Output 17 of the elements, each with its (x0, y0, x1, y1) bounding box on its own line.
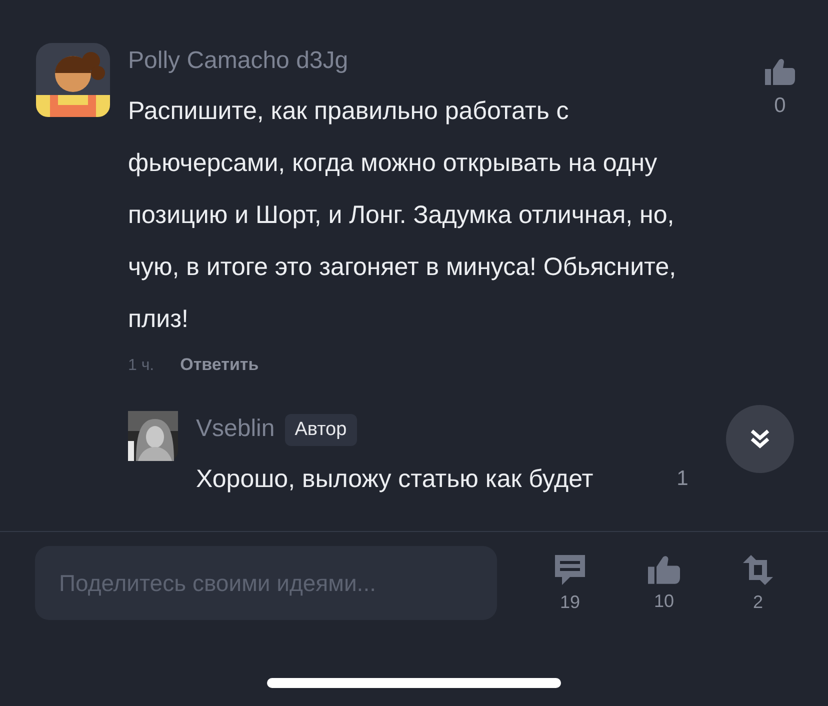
thumbs-up-icon (648, 554, 680, 584)
double-chevron-down-icon (748, 427, 772, 451)
speech-bubble-icon (554, 554, 586, 586)
repost-icon (742, 554, 774, 586)
author-name[interactable]: Vseblin (196, 409, 275, 449)
author-name[interactable]: Polly Camacho d3Jg (128, 41, 698, 81)
reply-link[interactable]: Ответить (180, 355, 259, 375)
comment-text: Распишите, как правильно работать с фьючерсами, когда можно открывать на одну позицию и Шорт, и Лонг. Задумка отличная, но, чую, в итоге это загоняет в минуса! Обьясните, плиз! (128, 96, 678, 335)
action-button[interactable]: 10 (617, 554, 711, 612)
comment-text: Хорошо, выложу статью как будет (196, 464, 594, 495)
like-count: 0 (774, 94, 786, 118)
action-button[interactable]: 2 (711, 554, 805, 612)
action-button[interactable]: 19 (523, 554, 617, 612)
like-count: 1 (676, 467, 688, 491)
author-badge: Автор (284, 414, 357, 446)
thumbs-up-icon (765, 58, 795, 86)
comment-time: 1 ч. (128, 357, 154, 375)
